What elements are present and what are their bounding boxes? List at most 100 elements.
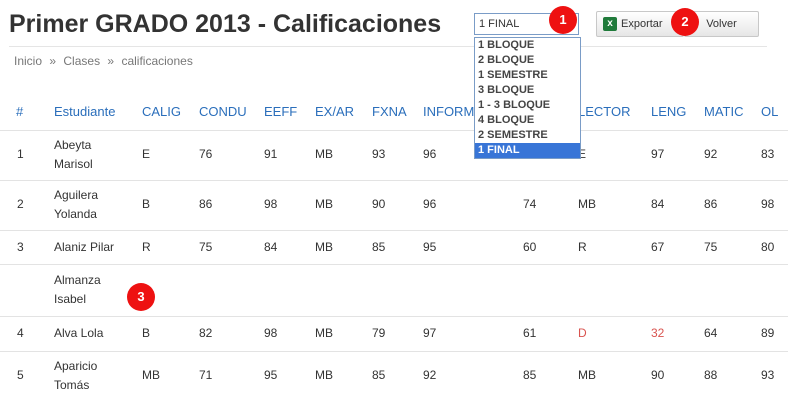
table-row: 2 Aguilera Yolanda B 86 98 MB 90 96 74 M… (0, 180, 788, 230)
grade-ol: 93 (761, 368, 775, 382)
table-header-row: # Estudiante CALIG CONDU EEFF EX/AR FXNA… (0, 92, 788, 130)
grades-table: # Estudiante CALIG CONDU EEFF EX/AR FXNA… (0, 92, 788, 400)
student-name: Alaniz Pilar (54, 240, 115, 254)
column-header-inform[interactable]: INFORM (423, 102, 474, 121)
grade-exar: MB (315, 368, 333, 382)
breadcrumb-classes-link[interactable]: Clases (63, 54, 100, 68)
export-button-label: Exportar (621, 18, 663, 30)
grade-eeff: 98 (264, 197, 278, 211)
grade-matic: 86 (704, 197, 718, 211)
annotation-badge: 1 (549, 6, 577, 34)
grade-fxna: 90 (372, 197, 386, 211)
grade-ol: 98 (761, 197, 775, 211)
row-number: 5 (17, 368, 24, 382)
column-header-fxna[interactable]: FXNA (372, 102, 407, 121)
table-row: 5 Aparicio Tomás MB 71 95 MB 85 92 85 MB… (0, 351, 788, 400)
grade-eeff: 91 (264, 147, 278, 161)
column-header-exar[interactable]: EX/AR (315, 102, 354, 121)
grade-hidden-column: 74 (523, 197, 537, 211)
grade-matic: 92 (704, 147, 718, 161)
grade-condu: 75 (199, 240, 213, 254)
table-row: 4 Alva Lola B 82 98 MB 79 97 61 D 32 64 … (0, 316, 788, 351)
student-name: Alva Lola (54, 326, 104, 340)
grade-calig: R (142, 240, 151, 254)
column-header-number[interactable]: # (16, 102, 23, 121)
row-number: 2 (17, 197, 24, 211)
grade-calig: B (142, 326, 151, 340)
grade-calig: MB (142, 368, 160, 382)
grade-fxna: 79 (372, 326, 386, 340)
column-header-ol[interactable]: OL (761, 102, 778, 121)
grade-matic: 88 (704, 368, 718, 382)
grade-condu: 82 (199, 326, 213, 340)
grade-exar: MB (315, 326, 333, 340)
column-header-matic[interactable]: MATIC (704, 102, 743, 121)
student-name: Abeyta Marisol (54, 138, 93, 171)
period-option[interactable]: 1 - 3 BLOQUE (475, 98, 580, 113)
table-row: 3 Alaniz Pilar R 75 84 MB 85 95 60 R 67 … (0, 230, 788, 264)
grade-condu: 86 (199, 197, 213, 211)
title-divider (9, 46, 767, 47)
breadcrumb-current: calificaciones (121, 54, 193, 68)
period-select-value: 1 FINAL (479, 18, 520, 30)
grade-leng: 90 (651, 368, 665, 382)
column-header-leng[interactable]: LENG (651, 102, 686, 121)
period-option[interactable]: 1 BLOQUE (475, 38, 580, 53)
annotation-badge: 2 (671, 8, 699, 36)
grade-lector: R (578, 240, 587, 254)
page-title: Primer GRADO 2013 - Calificaciones (9, 10, 442, 38)
grade-lector-failing: D (578, 326, 587, 340)
grade-condu: 71 (199, 368, 213, 382)
grade-matic: 64 (704, 326, 718, 340)
grade-eeff: 84 (264, 240, 278, 254)
column-header-eeff[interactable]: EEFF (264, 102, 297, 121)
grade-exar: MB (315, 197, 333, 211)
grade-fxna: 85 (372, 368, 386, 382)
row-number: 3 (17, 240, 24, 254)
period-option[interactable]: 4 BLOQUE (475, 113, 580, 128)
table-row: 1 Abeyta Marisol E 76 91 MB 93 96 E 97 9… (0, 130, 788, 180)
period-option[interactable]: 1 SEMESTRE (475, 68, 580, 83)
student-name: Almanza Isabel (54, 273, 101, 306)
grade-leng: 84 (651, 197, 665, 211)
period-option[interactable]: 2 SEMESTRE (475, 128, 580, 143)
grade-exar: MB (315, 240, 333, 254)
column-header-calig[interactable]: CALIG (142, 102, 181, 121)
grade-inform: 92 (423, 368, 437, 382)
period-option[interactable]: 2 BLOQUE (475, 53, 580, 68)
grade-matic: 75 (704, 240, 718, 254)
grade-leng: 67 (651, 240, 665, 254)
grade-fxna: 93 (372, 147, 386, 161)
grade-inform: 96 (423, 147, 437, 161)
table-row: Almanza Isabel (0, 264, 788, 316)
student-name: Aguilera Yolanda (54, 188, 99, 221)
column-header-student[interactable]: Estudiante (54, 102, 115, 121)
grade-leng: 97 (651, 147, 665, 161)
breadcrumb-separator: » (107, 54, 115, 68)
grade-exar: MB (315, 147, 333, 161)
grade-fxna: 85 (372, 240, 386, 254)
grade-inform: 96 (423, 197, 437, 211)
excel-icon: x (603, 17, 617, 31)
grade-inform: 97 (423, 326, 437, 340)
period-option-selected[interactable]: 1 FINAL (475, 143, 580, 158)
grade-calig: B (142, 197, 151, 211)
breadcrumb-separator: » (49, 54, 57, 68)
grade-calig: E (142, 147, 151, 161)
grade-ol: 83 (761, 147, 775, 161)
grade-ol: 89 (761, 326, 775, 340)
annotation-badge: 3 (127, 283, 155, 311)
period-option[interactable]: 3 BLOQUE (475, 83, 580, 98)
grade-inform: 95 (423, 240, 437, 254)
column-header-lector[interactable]: LECTOR (578, 102, 631, 121)
grade-condu: 76 (199, 147, 213, 161)
back-button-label: Volver (706, 18, 737, 30)
grade-lector: MB (578, 197, 596, 211)
column-header-condu[interactable]: CONDU (199, 102, 247, 121)
row-number: 4 (17, 326, 24, 340)
breadcrumb: Inicio » Clases » calificaciones (14, 54, 197, 68)
breadcrumb-home-link[interactable]: Inicio (14, 54, 42, 68)
grade-eeff: 98 (264, 326, 278, 340)
grade-ol: 80 (761, 240, 775, 254)
student-name: Aparicio Tomás (54, 359, 98, 392)
